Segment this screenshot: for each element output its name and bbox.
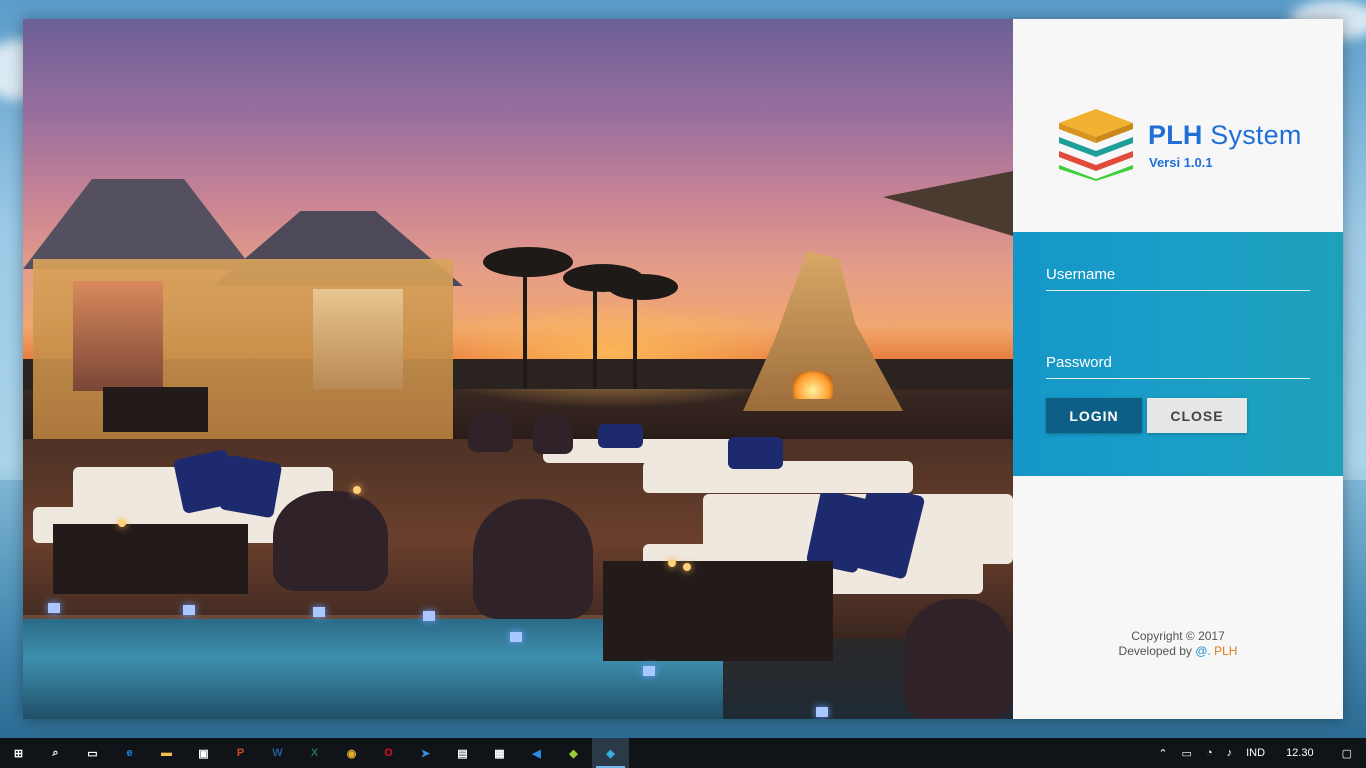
file-explorer-icon: ▬: [161, 747, 172, 759]
search-taskbar-button[interactable]: ⌕: [37, 738, 74, 768]
plh-app-taskbar-button[interactable]: ◈: [592, 738, 629, 768]
copyright-footer: Copyright © 2017 Developed by @. PLH: [1013, 629, 1343, 659]
word-icon: W: [272, 747, 283, 759]
git-icon: ◆: [569, 747, 578, 760]
wifi-icon[interactable]: ◔: [1199, 747, 1220, 759]
language-indicator[interactable]: IND: [1239, 747, 1272, 759]
hero-photo: [23, 19, 1013, 719]
file-explorer-taskbar-button[interactable]: ▬: [148, 738, 185, 768]
task-view-icon: ▭: [87, 747, 98, 760]
login-form: LOGIN CLOSE: [1013, 232, 1343, 476]
excel-taskbar-button[interactable]: X: [296, 738, 333, 768]
start-icon: ⊞: [13, 747, 24, 760]
notification-icon[interactable]: ▢: [1328, 747, 1366, 760]
system-tray: ⌃ ▭ ◔ ♪ IND 12.30 ▢: [1151, 738, 1366, 768]
password-field: [1046, 354, 1310, 379]
edge-taskbar-button[interactable]: e: [111, 738, 148, 768]
volume-icon[interactable]: ♪: [1220, 747, 1240, 759]
app-title: PLH System: [1148, 120, 1302, 150]
username-input[interactable]: [1046, 266, 1310, 290]
login-button[interactable]: LOGIN: [1046, 398, 1142, 433]
store-icon: ▣: [198, 747, 209, 760]
edge-icon: e: [126, 747, 133, 759]
plh-app-icon: ◈: [606, 747, 615, 760]
copyright-text: Copyright © 2017: [1131, 629, 1225, 643]
app-arrow-taskbar-button[interactable]: ➤: [407, 738, 444, 768]
app-window-taskbar-button[interactable]: ▤: [444, 738, 481, 768]
chrome-taskbar-button[interactable]: ◉: [333, 738, 370, 768]
login-window: PLH System Versi 1.0.1 LOGIN CLOSE Copyr…: [23, 19, 1343, 719]
username-field: [1046, 266, 1310, 291]
clock[interactable]: 12.30: [1272, 747, 1328, 759]
calculator-taskbar-button[interactable]: ▦: [481, 738, 518, 768]
password-input[interactable]: [1046, 354, 1310, 378]
taskbar: ⊞ ⌕ ▭ e ▬ ▣ P W X ◉ O ➤ ▤ ▦ ◀ ◆ ◈ ⌃ ▭ ◔ ♪ IND 12.30 ▢: [0, 738, 1366, 768]
git-taskbar-button[interactable]: ◆: [555, 738, 592, 768]
task-view-taskbar-button[interactable]: ▭: [74, 738, 111, 768]
store-taskbar-button[interactable]: ▣: [185, 738, 222, 768]
app-arrow-icon: ➤: [420, 747, 431, 760]
powerpoint-taskbar-button[interactable]: P: [222, 738, 259, 768]
start-taskbar-button[interactable]: ⊞: [0, 738, 37, 768]
chrome-icon: ◉: [346, 747, 357, 760]
powerpoint-icon: P: [236, 747, 245, 759]
brand-header: PLH System Versi 1.0.1: [1013, 19, 1343, 232]
excel-icon: X: [310, 747, 319, 759]
calculator-icon: ▦: [494, 747, 505, 760]
layers-logo-icon: [1059, 109, 1133, 181]
app-version: Versi 1.0.1: [1149, 155, 1213, 170]
opera-taskbar-button[interactable]: O: [370, 738, 407, 768]
chevron-up-icon[interactable]: ⌃: [1151, 747, 1174, 760]
vscode-icon: ◀: [532, 747, 541, 760]
search-icon: ⌕: [52, 746, 59, 759]
login-panel: PLH System Versi 1.0.1 LOGIN CLOSE Copyr…: [1013, 19, 1343, 719]
vscode-taskbar-button[interactable]: ◀: [518, 738, 555, 768]
word-taskbar-button[interactable]: W: [259, 738, 296, 768]
opera-icon: O: [384, 747, 393, 759]
app-window-icon: ▤: [457, 747, 468, 760]
battery-icon[interactable]: ▭: [1175, 747, 1199, 760]
taskbar-pinned: ⊞ ⌕ ▭ e ▬ ▣ P W X ◉ O ➤ ▤ ▦ ◀ ◆ ◈: [0, 738, 629, 768]
close-button[interactable]: CLOSE: [1147, 398, 1247, 433]
developer-credit: Developed by @. PLH: [1118, 644, 1238, 658]
